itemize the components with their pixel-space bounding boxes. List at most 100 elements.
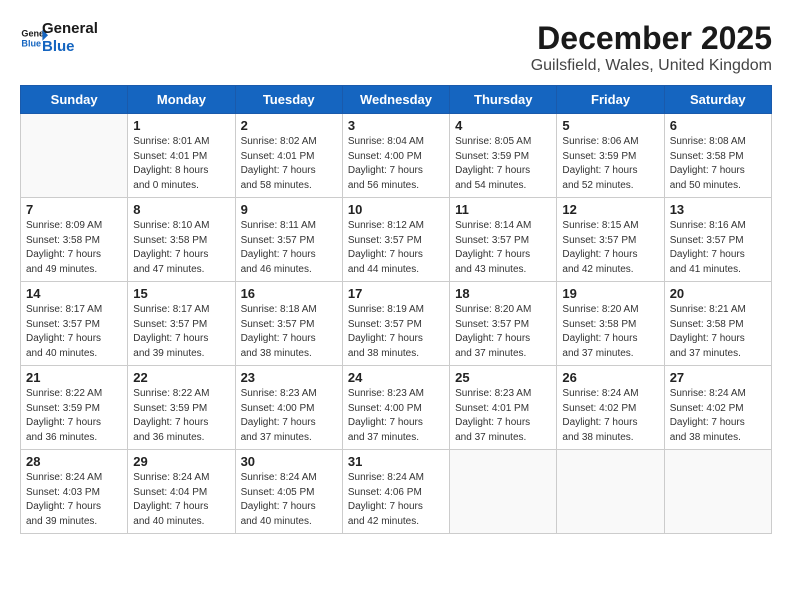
day-info: Sunrise: 8:17 AM Sunset: 3:57 PM Dayligh… — [26, 303, 122, 361]
calendar-day-cell: 27Sunrise: 8:24 AM Sunset: 4:02 PM Dayli… — [664, 366, 771, 450]
calendar-day-cell: 18 Sunrise: 8:20 AM Sunset: 3:57 PM Dayli… — [450, 282, 557, 366]
calendar-day-cell — [557, 450, 664, 534]
day-number: 16 — [241, 286, 337, 301]
day-info: Sunrise: 8:23 AM Sunset: 4:00 PM Dayligh… — [241, 387, 337, 445]
calendar-day-cell: 24Sunrise: 8:23 AM Sunset: 4:00 PM Dayli… — [342, 366, 449, 450]
calendar-day-cell: 11 Sunrise: 8:14 AM Sunset: 3:57 PM Dayli… — [450, 198, 557, 282]
day-number: 12 — [562, 202, 658, 217]
day-number: 26 — [562, 370, 658, 385]
day-info: Sunrise: 8:24 AM Sunset: 4:05 PM Dayligh… — [241, 471, 337, 529]
day-info: Sunrise: 8:14 AM Sunset: 3:57 PM Dayligh… — [455, 219, 551, 277]
weekday-header-row: SundayMondayTuesdayWednesdayThursdayFrid… — [21, 86, 772, 114]
calendar-day-cell: 6Sunrise: 8:08 AM Sunset: 3:58 PM Daylig… — [664, 114, 771, 198]
day-number: 5 — [562, 118, 658, 133]
day-number: 31 — [348, 454, 444, 469]
calendar-day-cell: 29 Sunrise: 8:24 AM Sunset: 4:04 PM Dayli… — [128, 450, 235, 534]
day-info: Sunrise: 8:22 AM Sunset: 3:59 PM Dayligh… — [133, 387, 229, 445]
day-number: 14 — [26, 286, 122, 301]
day-number: 3 — [348, 118, 444, 133]
day-number: 30 — [241, 454, 337, 469]
calendar-day-cell: 25 Sunrise: 8:23 AM Sunset: 4:01 PM Dayli… — [450, 366, 557, 450]
day-info: Sunrise: 8:01 AM Sunset: 4:01 PM Dayligh… — [133, 135, 229, 193]
calendar-day-cell: 8 Sunrise: 8:10 AM Sunset: 3:58 PM Daylig… — [128, 198, 235, 282]
weekday-header-wednesday: Wednesday — [342, 86, 449, 114]
day-info: Sunrise: 8:02 AM Sunset: 4:01 PM Dayligh… — [241, 135, 337, 193]
main-title: December 2025 — [531, 20, 772, 57]
day-info: Sunrise: 8:12 AM Sunset: 3:57 PM Dayligh… — [348, 219, 444, 277]
day-number: 25 — [455, 370, 551, 385]
calendar-day-cell: 26Sunrise: 8:24 AM Sunset: 4:02 PM Dayli… — [557, 366, 664, 450]
calendar-day-cell: 2 Sunrise: 8:02 AM Sunset: 4:01 PM Daylig… — [235, 114, 342, 198]
day-info: Sunrise: 8:24 AM Sunset: 4:04 PM Dayligh… — [133, 471, 229, 529]
logo: General Blue General Blue — [20, 20, 98, 56]
svg-text:Blue: Blue — [21, 38, 41, 48]
weekday-header-saturday: Saturday — [664, 86, 771, 114]
day-number: 23 — [241, 370, 337, 385]
day-info: Sunrise: 8:05 AM Sunset: 3:59 PM Dayligh… — [455, 135, 551, 193]
calendar-day-cell: 4Sunrise: 8:05 AM Sunset: 3:59 PM Daylig… — [450, 114, 557, 198]
day-info: Sunrise: 8:17 AM Sunset: 3:57 PM Dayligh… — [133, 303, 229, 361]
calendar-week-row: 28 Sunrise: 8:24 AM Sunset: 4:03 PM Dayli… — [21, 450, 772, 534]
calendar-week-row: 1 Sunrise: 8:01 AM Sunset: 4:01 PM Daylig… — [21, 114, 772, 198]
subtitle: Guilsfield, Wales, United Kingdom — [531, 57, 772, 75]
calendar-day-cell: 14 Sunrise: 8:17 AM Sunset: 3:57 PM Dayli… — [21, 282, 128, 366]
logo-line2: Blue — [42, 38, 98, 56]
calendar-day-cell: 16 Sunrise: 8:18 AM Sunset: 3:57 PM Dayli… — [235, 282, 342, 366]
day-info: Sunrise: 8:20 AM Sunset: 3:58 PM Dayligh… — [562, 303, 658, 361]
day-info: Sunrise: 8:11 AM Sunset: 3:57 PM Dayligh… — [241, 219, 337, 277]
header: General Blue General Blue December 2025 … — [20, 20, 772, 75]
day-number: 29 — [133, 454, 229, 469]
calendar-day-cell: 10 Sunrise: 8:12 AM Sunset: 3:57 PM Dayli… — [342, 198, 449, 282]
calendar-day-cell — [664, 450, 771, 534]
calendar-table: SundayMondayTuesdayWednesdayThursdayFrid… — [20, 85, 772, 534]
calendar-day-cell: 17Sunrise: 8:19 AM Sunset: 3:57 PM Dayli… — [342, 282, 449, 366]
day-number: 2 — [241, 118, 337, 133]
calendar-day-cell: 22 Sunrise: 8:22 AM Sunset: 3:59 PM Dayli… — [128, 366, 235, 450]
calendar-day-cell: 21 Sunrise: 8:22 AM Sunset: 3:59 PM Dayli… — [21, 366, 128, 450]
day-info: Sunrise: 8:22 AM Sunset: 3:59 PM Dayligh… — [26, 387, 122, 445]
day-info: Sunrise: 8:18 AM Sunset: 3:57 PM Dayligh… — [241, 303, 337, 361]
day-number: 15 — [133, 286, 229, 301]
calendar-day-cell: 19 Sunrise: 8:20 AM Sunset: 3:58 PM Dayli… — [557, 282, 664, 366]
calendar-day-cell: 23 Sunrise: 8:23 AM Sunset: 4:00 PM Dayli… — [235, 366, 342, 450]
day-info: Sunrise: 8:20 AM Sunset: 3:57 PM Dayligh… — [455, 303, 551, 361]
calendar-week-row: 7Sunrise: 8:09 AM Sunset: 3:58 PM Daylig… — [21, 198, 772, 282]
day-number: 13 — [670, 202, 766, 217]
day-number: 20 — [670, 286, 766, 301]
day-number: 21 — [26, 370, 122, 385]
day-number: 24 — [348, 370, 444, 385]
day-info: Sunrise: 8:04 AM Sunset: 4:00 PM Dayligh… — [348, 135, 444, 193]
day-number: 19 — [562, 286, 658, 301]
calendar-day-cell: 28 Sunrise: 8:24 AM Sunset: 4:03 PM Dayli… — [21, 450, 128, 534]
calendar-day-cell: 13 Sunrise: 8:16 AM Sunset: 3:57 PM Dayli… — [664, 198, 771, 282]
day-info: Sunrise: 8:21 AM Sunset: 3:58 PM Dayligh… — [670, 303, 766, 361]
day-info: Sunrise: 8:10 AM Sunset: 3:58 PM Dayligh… — [133, 219, 229, 277]
day-number: 27 — [670, 370, 766, 385]
calendar-day-cell: 30 Sunrise: 8:24 AM Sunset: 4:05 PM Dayli… — [235, 450, 342, 534]
calendar-day-cell: 12 Sunrise: 8:15 AM Sunset: 3:57 PM Dayli… — [557, 198, 664, 282]
weekday-header-thursday: Thursday — [450, 86, 557, 114]
day-number: 18 — [455, 286, 551, 301]
weekday-header-monday: Monday — [128, 86, 235, 114]
day-info: Sunrise: 8:23 AM Sunset: 4:01 PM Dayligh… — [455, 387, 551, 445]
calendar-week-row: 21 Sunrise: 8:22 AM Sunset: 3:59 PM Dayli… — [21, 366, 772, 450]
day-number: 8 — [133, 202, 229, 217]
calendar-day-cell: 5Sunrise: 8:06 AM Sunset: 3:59 PM Daylig… — [557, 114, 664, 198]
day-info: Sunrise: 8:16 AM Sunset: 3:57 PM Dayligh… — [670, 219, 766, 277]
day-info: Sunrise: 8:24 AM Sunset: 4:06 PM Dayligh… — [348, 471, 444, 529]
day-info: Sunrise: 8:08 AM Sunset: 3:58 PM Dayligh… — [670, 135, 766, 193]
day-number: 9 — [241, 202, 337, 217]
calendar-day-cell: 15 Sunrise: 8:17 AM Sunset: 3:57 PM Dayli… — [128, 282, 235, 366]
title-area: December 2025 Guilsfield, Wales, United … — [531, 20, 772, 75]
weekday-header-friday: Friday — [557, 86, 664, 114]
weekday-header-tuesday: Tuesday — [235, 86, 342, 114]
day-info: Sunrise: 8:15 AM Sunset: 3:57 PM Dayligh… — [562, 219, 658, 277]
day-number: 1 — [133, 118, 229, 133]
calendar-day-cell — [21, 114, 128, 198]
day-number: 22 — [133, 370, 229, 385]
day-number: 28 — [26, 454, 122, 469]
day-number: 10 — [348, 202, 444, 217]
day-info: Sunrise: 8:24 AM Sunset: 4:03 PM Dayligh… — [26, 471, 122, 529]
day-number: 11 — [455, 202, 551, 217]
calendar-day-cell: 1 Sunrise: 8:01 AM Sunset: 4:01 PM Daylig… — [128, 114, 235, 198]
